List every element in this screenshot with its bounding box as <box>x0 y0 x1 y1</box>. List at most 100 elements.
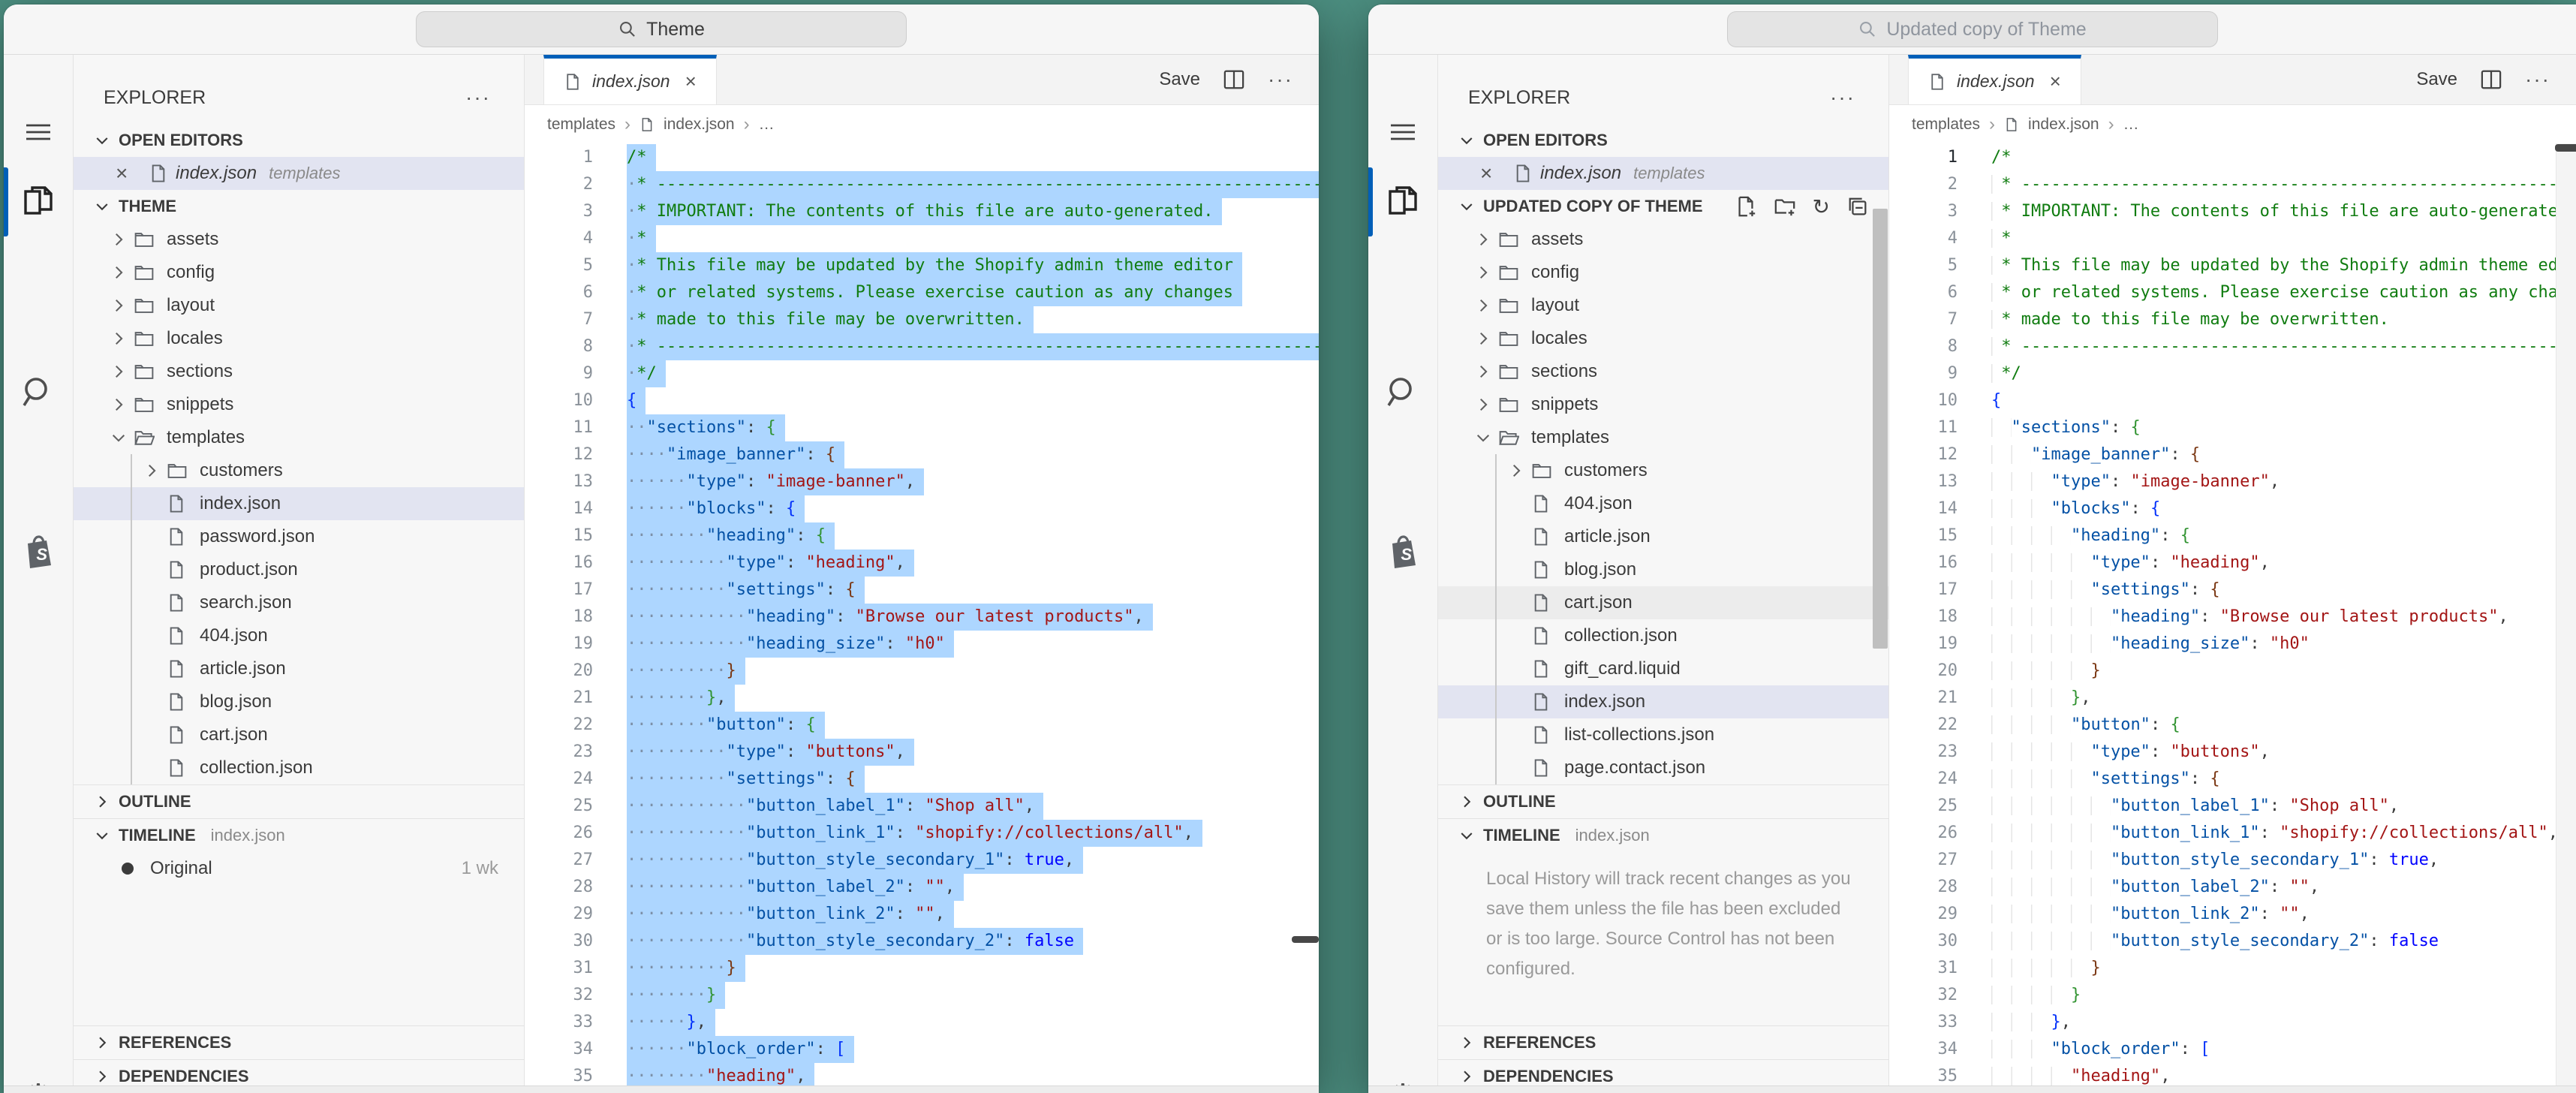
code-line-3[interactable]: 3 * IMPORTANT: The contents of this file… <box>1889 198 2576 225</box>
tree-item-collection.json[interactable]: collection.json <box>1438 619 1888 652</box>
window-title-search[interactable]: Theme <box>416 11 907 47</box>
code-line-14[interactable]: 14······"blocks": { <box>525 495 1319 522</box>
breadcrumb-folder[interactable]: templates <box>1912 116 1980 134</box>
explorer-view-icon[interactable] <box>1368 181 1437 220</box>
code-line-27[interactable]: 27 "button_style_secondary_1": true, <box>1889 847 2576 874</box>
chevron-down-icon[interactable] <box>1468 428 1498 447</box>
code-line-16[interactable]: 16··········"type": "heading", <box>525 550 1319 577</box>
save-button[interactable]: Save <box>2416 69 2457 90</box>
code-line-32[interactable]: 32········} <box>525 982 1319 1009</box>
chevron-right-icon[interactable] <box>1468 263 1498 282</box>
code-line-10[interactable]: 10{ <box>1889 387 2576 414</box>
code-line-6[interactable]: 6 * or related systems. Please exercise … <box>1889 279 2576 306</box>
editor-more-icon[interactable]: ··· <box>1268 76 1293 83</box>
tree-item-404.json[interactable]: 404.json <box>1438 487 1888 520</box>
chevron-right-icon[interactable] <box>104 296 134 315</box>
chevron-right-icon[interactable] <box>1468 395 1498 414</box>
code-line-28[interactable]: 28············"button_label_2": "", <box>525 874 1319 901</box>
code-line-19[interactable]: 19 "heading_size": "h0" <box>1889 631 2576 658</box>
tree-item-config[interactable]: config <box>1438 256 1888 289</box>
code-editor[interactable]: 1/*2 * ---------------------------------… <box>1889 144 2576 1093</box>
code-line-11[interactable]: 11··"sections": { <box>525 414 1319 441</box>
explorer-more-icon[interactable]: ··· <box>465 94 491 101</box>
code-line-7[interactable]: 7·* made to this file may be overwritten… <box>525 306 1319 333</box>
tree-item-index.json[interactable]: index.json <box>1438 685 1888 718</box>
tree-item-article.json[interactable]: article.json <box>74 652 524 685</box>
code-line-6[interactable]: 6·* or related systems. Please exercise … <box>525 279 1319 306</box>
breadcrumb-file[interactable]: index.json <box>2028 116 2099 134</box>
code-line-30[interactable]: 30 "button_style_secondary_2": false <box>1889 928 2576 955</box>
sidebar-scrollbar[interactable] <box>1873 209 1888 649</box>
split-editor-icon[interactable] <box>2480 69 2502 90</box>
tree-item-sections[interactable]: sections <box>1438 355 1888 388</box>
code-line-22[interactable]: 22 "button": { <box>1889 712 2576 739</box>
code-line-24[interactable]: 24 "settings": { <box>1889 766 2576 793</box>
code-line-29[interactable]: 29 "button_link_2": "", <box>1889 901 2576 928</box>
code-line-8[interactable]: 8·* ------------------------------------… <box>525 333 1319 360</box>
tree-item-cart.json[interactable]: cart.json <box>1438 586 1888 619</box>
code-line-26[interactable]: 26 "button_link_1": "shopify://collectio… <box>1889 820 2576 847</box>
search-view-icon[interactable] <box>1368 373 1437 412</box>
open-editor-item[interactable]: × index.json templates <box>1438 157 1888 190</box>
code-line-25[interactable]: 25 "button_label_1": "Shop all", <box>1889 793 2576 820</box>
section-timeline[interactable]: TIMELINE index.json <box>1438 818 1888 852</box>
code-line-9[interactable]: 9 */ <box>1889 360 2576 387</box>
code-line-13[interactable]: 13······"type": "image-banner", <box>525 468 1319 495</box>
code-line-17[interactable]: 17 "settings": { <box>1889 577 2576 604</box>
chevron-down-icon[interactable] <box>104 428 134 447</box>
chevron-right-icon[interactable] <box>104 263 134 282</box>
section-root-folder[interactable]: THEME <box>74 190 524 223</box>
code-line-29[interactable]: 29············"button_link_2": "", <box>525 901 1319 928</box>
code-line-1[interactable]: 1/* <box>1889 144 2576 171</box>
tree-item-snippets[interactable]: snippets <box>74 388 524 421</box>
shopify-extension-icon[interactable]: S <box>4 532 73 571</box>
code-line-24[interactable]: 24··········"settings": { <box>525 766 1319 793</box>
code-line-20[interactable]: 20··········} <box>525 658 1319 685</box>
chevron-right-icon[interactable] <box>1468 362 1498 381</box>
code-line-21[interactable]: 21········}, <box>525 685 1319 712</box>
code-line-20[interactable]: 20 } <box>1889 658 2576 685</box>
code-editor[interactable]: 1/*2·* ---------------------------------… <box>525 144 1319 1093</box>
tree-item-collection.json[interactable]: collection.json <box>74 751 524 784</box>
tree-item-snippets[interactable]: snippets <box>1438 388 1888 421</box>
open-editor-item[interactable]: × index.json templates <box>74 157 524 190</box>
scrollbar-indicator[interactable] <box>2555 144 2576 152</box>
code-line-18[interactable]: 18············"heading": "Browse our lat… <box>525 604 1319 631</box>
collapse-all-icon[interactable] <box>1846 195 1869 218</box>
tree-item-locales[interactable]: locales <box>1438 322 1888 355</box>
code-line-34[interactable]: 34 "block_order": [ <box>1889 1036 2576 1063</box>
code-line-8[interactable]: 8 * ------------------------------------… <box>1889 333 2576 360</box>
code-line-26[interactable]: 26············"button_link_1": "shopify:… <box>525 820 1319 847</box>
scrollbar-indicator[interactable] <box>1292 936 1319 943</box>
code-line-33[interactable]: 33 }, <box>1889 1009 2576 1036</box>
tab-close-icon[interactable]: × <box>2050 70 2061 93</box>
tree-item-config[interactable]: config <box>74 256 524 289</box>
editor-more-icon[interactable]: ··· <box>2525 76 2550 83</box>
code-line-31[interactable]: 31 } <box>1889 955 2576 982</box>
section-open-editors[interactable]: OPEN EDITORS <box>1438 124 1888 157</box>
tree-item-locales[interactable]: locales <box>74 322 524 355</box>
breadcrumb-symbol[interactable]: … <box>2123 116 2139 134</box>
code-line-23[interactable]: 23··········"type": "buttons", <box>525 739 1319 766</box>
tree-item-cart.json[interactable]: cart.json <box>74 718 524 751</box>
code-line-15[interactable]: 15 "heading": { <box>1889 522 2576 550</box>
tree-item-layout[interactable]: layout <box>74 289 524 322</box>
code-line-11[interactable]: 11 "sections": { <box>1889 414 2576 441</box>
tree-item-search.json[interactable]: search.json <box>74 586 524 619</box>
code-line-10[interactable]: 10{ <box>525 387 1319 414</box>
section-references[interactable]: REFERENCES <box>74 1025 524 1059</box>
code-line-14[interactable]: 14 "blocks": { <box>1889 495 2576 522</box>
code-line-28[interactable]: 28 "button_label_2": "", <box>1889 874 2576 901</box>
tree-item-gift_card.liquid[interactable]: gift_card.liquid <box>1438 652 1888 685</box>
chevron-right-icon[interactable] <box>137 461 167 480</box>
search-view-icon[interactable] <box>4 373 73 412</box>
code-line-12[interactable]: 12····"image_banner": { <box>525 441 1319 468</box>
chevron-right-icon[interactable] <box>104 362 134 381</box>
tree-item-password.json[interactable]: password.json <box>74 520 524 553</box>
tree-item-product.json[interactable]: product.json <box>74 553 524 586</box>
explorer-view-icon[interactable] <box>4 181 73 220</box>
tree-item-page.contact.json[interactable]: page.contact.json <box>1438 751 1888 784</box>
tree-item-assets[interactable]: assets <box>1438 223 1888 256</box>
menu-icon[interactable] <box>1368 119 1437 145</box>
chevron-right-icon[interactable] <box>1501 461 1531 480</box>
